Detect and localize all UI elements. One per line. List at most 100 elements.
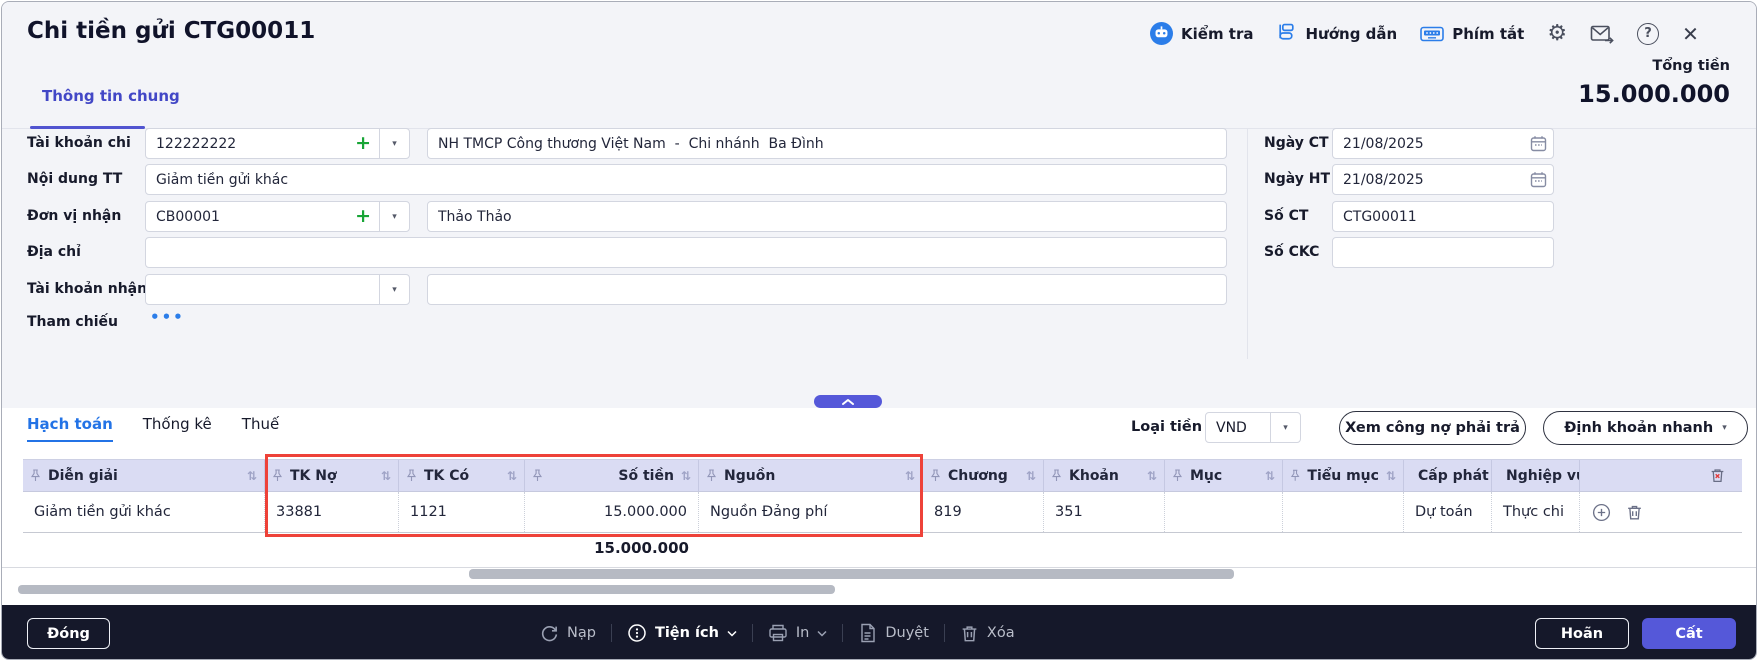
pin-icon[interactable] — [930, 469, 941, 482]
sort-icon[interactable]: ⇅ — [681, 469, 691, 483]
tab-thong-ke[interactable]: Thống kê — [143, 415, 212, 442]
doc-date-input[interactable] — [1333, 129, 1523, 158]
cell-so-tien[interactable]: 15.000.000 — [525, 492, 699, 532]
utilities-button[interactable]: Tiện ích — [627, 623, 737, 643]
approve-button[interactable]: Duyệt — [858, 623, 929, 643]
doc-no-label: Số CT — [1264, 201, 1308, 232]
sort-icon[interactable]: ⇅ — [905, 469, 915, 483]
grid-hscrollbar[interactable] — [469, 569, 1234, 579]
sort-icon[interactable]: ⇅ — [381, 469, 391, 483]
reload-button[interactable]: Nạp — [540, 624, 596, 643]
address-input[interactable] — [146, 238, 1226, 267]
doc-date-box — [1332, 128, 1554, 159]
calendar-icon[interactable] — [1523, 129, 1553, 158]
currency-dropdown[interactable]: ▾ — [1271, 413, 1300, 442]
add-row-icon[interactable] — [1591, 502, 1612, 523]
footer-tools: Nạp Tiện ích In Duyệt Xóa — [540, 605, 1015, 660]
tab-thue[interactable]: Thuế — [242, 415, 279, 442]
cell-nghiep-vu[interactable]: Thực chi — [1492, 492, 1580, 532]
calendar-icon[interactable] — [1523, 165, 1553, 194]
tab-thong-tin-chung[interactable]: Thông tin chung — [42, 87, 180, 105]
sort-icon[interactable]: ⇅ — [1386, 469, 1396, 483]
bank-name-box — [427, 128, 1227, 159]
sort-icon[interactable]: ⇅ — [1026, 469, 1036, 483]
caret-down-icon: ▾ — [392, 139, 397, 149]
post-date-input[interactable] — [1333, 165, 1523, 194]
caret-down-icon: ▾ — [1283, 423, 1288, 433]
account-in-label: Tài khoản nhận — [27, 274, 147, 305]
doc-no-input[interactable] — [1333, 202, 1553, 231]
cell-tieu-muc[interactable] — [1283, 492, 1404, 532]
post-date-label: Ngày HT — [1264, 164, 1330, 195]
bank-name-input[interactable] — [428, 129, 1226, 158]
delete-all-icon[interactable] — [1709, 467, 1726, 484]
col-nguon: Nguồn⇅ — [699, 460, 923, 491]
delete-row-icon[interactable] — [1625, 503, 1644, 522]
receiver-unit-dropdown[interactable]: ▾ — [380, 202, 409, 231]
content-input[interactable] — [146, 165, 1226, 194]
currency-select[interactable]: VND ▾ — [1205, 412, 1301, 443]
pin-icon[interactable] — [30, 469, 41, 482]
col-cap-phat: Cấp phát⇅ — [1404, 460, 1492, 491]
cell-chuong[interactable]: 819 — [923, 492, 1044, 532]
account-out-dropdown[interactable]: ▾ — [380, 129, 409, 158]
mail-send-icon[interactable] — [1590, 23, 1614, 45]
pin-icon[interactable] — [1290, 469, 1300, 482]
add-account-icon[interactable]: + — [347, 134, 379, 153]
sort-icon[interactable]: ⇅ — [247, 469, 257, 483]
ckc-no-input[interactable] — [1333, 238, 1553, 267]
close-icon[interactable]: ✕ — [1682, 24, 1699, 44]
page-hscrollbar[interactable] — [18, 585, 835, 594]
quick-posting-button[interactable]: Định khoản nhanh ▾ — [1543, 411, 1748, 445]
trash-icon — [960, 624, 979, 643]
print-button[interactable]: In — [768, 623, 827, 643]
help-icon[interactable]: ? — [1637, 23, 1659, 45]
reference-more-button[interactable]: ••• — [150, 308, 185, 326]
pin-icon[interactable] — [532, 469, 543, 482]
table-row: Giảm tiền gửi khác 33881 1121 15.000.000… — [23, 492, 1742, 533]
pin-icon[interactable] — [706, 469, 717, 482]
amount-total: 15.000.000 — [525, 539, 699, 557]
printer-icon — [768, 623, 788, 643]
cell-nguon[interactable]: Nguồn Đảng phí — [699, 492, 923, 532]
sort-icon[interactable]: ⇅ — [1147, 469, 1157, 483]
close-button[interactable]: Đóng — [27, 618, 110, 649]
cell-tk-no[interactable]: 33881 — [265, 492, 399, 532]
cell-muc[interactable] — [1165, 492, 1283, 532]
post-date-box — [1332, 164, 1554, 195]
receiver-name-input[interactable] — [428, 202, 1226, 231]
sort-icon[interactable]: ⇅ — [507, 469, 517, 483]
postpone-button[interactable]: Hoãn — [1535, 618, 1629, 649]
check-button[interactable]: Kiểm tra — [1150, 22, 1253, 45]
pin-icon[interactable] — [406, 469, 417, 482]
pin-icon[interactable] — [1172, 469, 1183, 482]
col-chuong: Chương⇅ — [923, 460, 1044, 491]
account-in-input[interactable] — [146, 275, 379, 304]
receiver-unit-input[interactable] — [146, 202, 347, 231]
cell-khoan[interactable]: 351 — [1044, 492, 1165, 532]
cell-tk-co[interactable]: 1121 — [399, 492, 525, 532]
gear-icon[interactable]: ⚙ — [1547, 23, 1567, 45]
save-button[interactable]: Cất — [1642, 618, 1736, 649]
sort-icon[interactable]: ⇅ — [1265, 469, 1275, 483]
delete-button[interactable]: Xóa — [960, 624, 1015, 643]
pin-icon[interactable] — [272, 469, 283, 482]
view-payable-button[interactable]: Xem công nợ phải trả — [1339, 411, 1526, 445]
collapse-button[interactable] — [814, 395, 882, 408]
guide-button[interactable]: Hướng dẫn — [1276, 23, 1397, 44]
caret-down-icon: ▾ — [392, 212, 397, 222]
tab-hach-toan[interactable]: Hạch toán — [27, 415, 113, 442]
cell-cap-phat[interactable]: Dự toán — [1404, 492, 1492, 532]
account-out-input[interactable] — [146, 129, 347, 158]
account-in-dropdown[interactable]: ▾ — [380, 275, 409, 304]
col-khoan: Khoản⇅ — [1044, 460, 1165, 491]
ckc-no-label: Số CKC — [1264, 237, 1319, 268]
total-value: 15.000.000 — [1578, 80, 1730, 108]
pin-icon[interactable] — [1051, 469, 1062, 482]
col-tk-co: TK Có⇅ — [399, 460, 525, 491]
cell-dien-giai[interactable]: Giảm tiền gửi khác — [23, 492, 265, 532]
account-in-name-input[interactable] — [428, 275, 1226, 304]
shortcut-button[interactable]: Phím tắt — [1420, 24, 1524, 44]
form-divider — [1247, 129, 1248, 359]
add-receiver-icon[interactable]: + — [347, 207, 379, 226]
